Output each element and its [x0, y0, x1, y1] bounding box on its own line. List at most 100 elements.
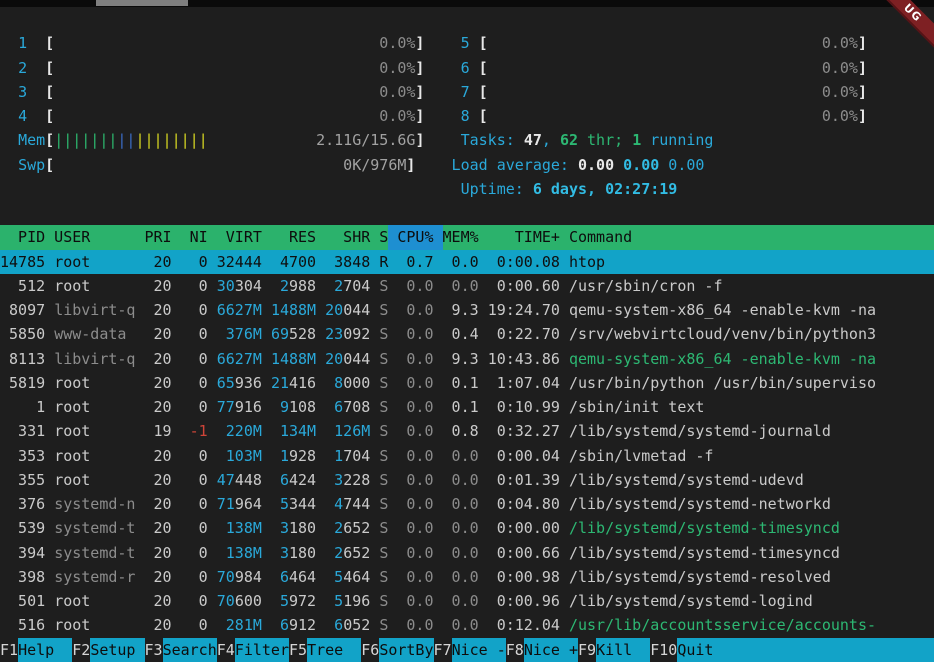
fkey-f3-key[interactable]: F3 [145, 638, 163, 662]
process-row-398[interactable]: 398 systemd-r 20 0 70984 6464 5464 S 0.0… [0, 565, 934, 589]
text-segment [172, 298, 181, 322]
text-segment [388, 274, 397, 298]
uptime-label: Uptime: [461, 177, 533, 201]
command-cell: /lib/systemd/systemd-logind [569, 589, 813, 613]
text-segment: 103M [226, 444, 262, 468]
text-segment [316, 492, 325, 516]
process-row-1[interactable]: 1 root 20 0 77916 9108 6708 S 0.0 0.1 0:… [0, 395, 934, 419]
process-row-353[interactable]: 353 root 20 0 103M 1928 1704 S 0.0 0.0 0… [0, 444, 934, 468]
text-segment: 376M [226, 322, 262, 346]
fkey-f3-label[interactable]: Search [163, 638, 217, 662]
process-row-501[interactable]: 501 root 20 0 70600 5972 5196 S 0.0 0.0 … [0, 589, 934, 613]
priority-cell: 20 [145, 250, 172, 274]
fkey-f2-key[interactable]: F2 [72, 638, 90, 662]
cpu1-label: 1 [18, 31, 27, 55]
text-segment [479, 516, 488, 540]
text-segment: 5 [334, 589, 343, 613]
cpu6-label: 6 [461, 56, 470, 80]
process-row-376[interactable]: 376 systemd-n 20 0 71964 5344 4744 S 0.0… [0, 492, 934, 516]
process-row-394[interactable]: 394 systemd-t 20 0 138M 3180 2652 S 0.0 … [0, 541, 934, 565]
fkey-f1-key[interactable]: F1 [0, 638, 18, 662]
meter-open-bracket: [ [479, 104, 488, 128]
text-segment: 916 [235, 395, 262, 419]
text-segment [560, 250, 569, 274]
text-segment: 416 [289, 371, 316, 395]
text-segment: 180 [289, 541, 316, 565]
fkey-f10-key[interactable]: F10 [650, 638, 677, 662]
text-segment [172, 492, 181, 516]
text-segment [208, 589, 217, 613]
process-row-8113[interactable]: 8113 libvirt-q 20 0 6627M 1488M 20044 S … [0, 347, 934, 371]
process-row-8097[interactable]: 8097 libvirt-q 20 0 6627M 1488M 20044 S … [0, 298, 934, 322]
text-segment [560, 565, 569, 589]
text-segment [316, 298, 325, 322]
process-row-516[interactable]: 516 root 20 0 281M 6912 6052 S 0.0 0.0 0… [0, 613, 934, 637]
text-segment [370, 274, 379, 298]
process-row-14785[interactable]: 14785 root 20 0 32444 4700 3848 R 0.7 0.… [0, 250, 934, 274]
command-cell: qemu-system-x86_64 -enable-kvm -na [569, 298, 876, 322]
time-cell: 0:01.39 [488, 468, 560, 492]
process-row-5819[interactable]: 5819 root 20 0 65936 21416 8000 S 0.0 0.… [0, 371, 934, 395]
mem-percent-cell: 0.0 [443, 516, 479, 540]
text-segment: 708 [343, 395, 370, 419]
process-row-512[interactable]: 512 root 20 0 30304 2988 2704 S 0.0 0.0 … [0, 274, 934, 298]
text-segment [434, 274, 443, 298]
text-segment [388, 419, 397, 443]
text-segment [208, 250, 217, 274]
priority-cell: 20 [145, 492, 172, 516]
text-segment [370, 419, 379, 443]
fkey-f4-key[interactable]: F4 [217, 638, 235, 662]
text-segment: 5 [334, 565, 343, 589]
fkey-f2-label[interactable]: Setup [90, 638, 144, 662]
text-segment [370, 250, 379, 274]
time-cell: 0:04.80 [488, 492, 560, 516]
priority-cell: 20 [145, 298, 172, 322]
header-columns-right[interactable]: MEM% TIME+ Command [443, 225, 934, 249]
fkey-f8-label[interactable]: Nice + [524, 638, 578, 662]
text-segment: 344 [289, 492, 316, 516]
user-cell: root [54, 371, 135, 395]
table-header-row[interactable]: PID USER PRI NI VIRT RES SHR S CPU% MEM%… [0, 225, 934, 249]
sort-column-header-cpu[interactable]: CPU% [388, 225, 442, 249]
text-segment: 912 [289, 613, 316, 637]
cpu-percent-cell: 0.0 [397, 274, 433, 298]
cpu-percent-cell: 0.0 [397, 395, 433, 419]
priority-cell: 20 [145, 371, 172, 395]
text-segment: 464 [343, 565, 370, 589]
fkey-f7-key[interactable]: F7 [434, 638, 452, 662]
process-row-5850[interactable]: 5850 www-data 20 0 376M 69528 23092 S 0.… [0, 322, 934, 346]
text-segment [172, 444, 181, 468]
text-segment [415, 153, 451, 177]
command-cell: /usr/lib/accountsservice/accounts- [569, 613, 876, 637]
text-segment [388, 541, 397, 565]
process-row-331[interactable]: 331 root 19 -1 220M 134M 126M S 0.0 0.8 … [0, 419, 934, 443]
fkey-f8-key[interactable]: F8 [506, 638, 524, 662]
fkey-f6-key[interactable]: F6 [361, 638, 379, 662]
text-segment [217, 516, 226, 540]
pid-cell: 8113 [0, 347, 45, 371]
mem-percent-cell: 0.0 [443, 589, 479, 613]
text-segment [45, 322, 54, 346]
header-columns-left[interactable]: PID USER PRI NI VIRT RES SHR S [0, 225, 388, 249]
pid-cell: 398 [0, 565, 45, 589]
fkey-f9-key[interactable]: F9 [578, 638, 596, 662]
text-segment [434, 322, 443, 346]
fkey-f4-label[interactable]: Filter [235, 638, 289, 662]
text-segment [172, 516, 181, 540]
fkey-f6-label[interactable]: SortBy [379, 638, 433, 662]
text-segment: 704 [343, 444, 370, 468]
text-segment [434, 347, 443, 371]
fkey-f1-label[interactable]: Help [18, 638, 72, 662]
fkey-f7-label[interactable]: Nice - [452, 638, 506, 662]
process-row-539[interactable]: 539 systemd-t 20 0 138M 3180 2652 S 0.0 … [0, 516, 934, 540]
time-cell: 0:00.60 [488, 274, 560, 298]
window-drag-handle[interactable] [96, 0, 188, 6]
fkey-f5-label[interactable]: Tree [307, 638, 361, 662]
text-segment [135, 468, 144, 492]
process-row-355[interactable]: 355 root 20 0 47448 6424 3228 S 0.0 0.0 … [0, 468, 934, 492]
fkey-f10-label[interactable]: Quit [677, 638, 934, 662]
fkey-f5-key[interactable]: F5 [289, 638, 307, 662]
fkey-f9-label[interactable]: Kill [596, 638, 650, 662]
text-segment: 928 [289, 444, 316, 468]
cpu-percent-cell: 0.0 [397, 347, 433, 371]
